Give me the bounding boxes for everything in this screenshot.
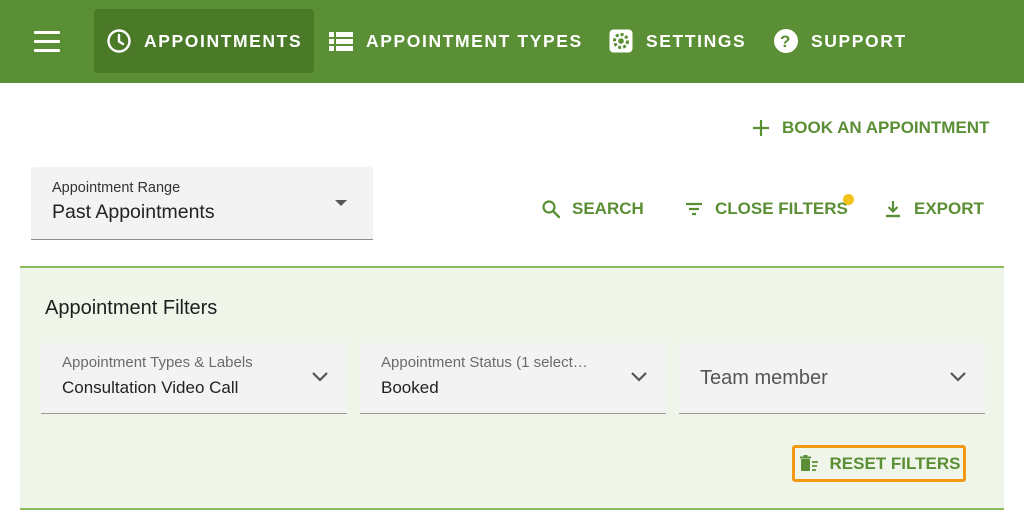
nav-settings[interactable]: SETTINGS	[596, 9, 758, 73]
close-filters-label: CLOSE FILTERS	[715, 199, 848, 218]
nav-support-label: SUPPORT	[811, 30, 907, 51]
appointment-range-value: Past Appointments	[52, 201, 215, 223]
svg-text:?: ?	[780, 32, 792, 51]
search-icon	[540, 198, 562, 220]
book-appointment-label: BOOK AN APPOINTMENT	[782, 118, 990, 137]
hamburger-menu-icon[interactable]	[34, 31, 60, 53]
team-member-placeholder: Team member	[700, 367, 828, 389]
gear-icon	[608, 28, 634, 54]
appointment-types-value: Consultation Video Call	[62, 378, 239, 397]
reset-filters-button[interactable]: RESET FILTERS	[792, 445, 966, 482]
book-appointment-button[interactable]: BOOK AN APPOINTMENT	[750, 117, 989, 139]
close-filters-button[interactable]: CLOSE FILTERS	[683, 198, 848, 220]
team-member-select[interactable]: Team member	[679, 343, 985, 414]
download-icon	[882, 198, 904, 220]
appointment-status-value: Booked	[381, 378, 439, 397]
nav-support[interactable]: ? SUPPORT	[761, 9, 919, 73]
help-circle-icon: ?	[773, 28, 799, 54]
chevron-down-icon	[631, 372, 647, 382]
filter-icon	[683, 198, 705, 220]
export-label: EXPORT	[914, 199, 984, 218]
filters-title: Appointment Filters	[45, 297, 218, 319]
clock-icon	[106, 28, 132, 54]
clear-filter-icon	[798, 453, 820, 475]
appointment-status-select[interactable]: Appointment Status (1 select… Booked	[360, 343, 666, 414]
appointment-types-select[interactable]: Appointment Types & Labels Consultation …	[41, 343, 347, 414]
appointment-types-label: Appointment Types & Labels	[62, 354, 253, 371]
active-filters-badge	[843, 194, 854, 205]
list-icon	[328, 28, 354, 54]
dropdown-caret-icon	[335, 200, 347, 206]
appointment-status-label: Appointment Status (1 select…	[381, 354, 588, 371]
search-label: SEARCH	[572, 199, 644, 218]
nav-settings-label: SETTINGS	[646, 30, 747, 51]
appointment-range-label: Appointment Range	[52, 180, 181, 196]
chevron-down-icon	[312, 372, 328, 382]
nav-appointments[interactable]: APPOINTMENTS	[94, 9, 314, 73]
search-button[interactable]: SEARCH	[540, 198, 644, 220]
reset-filters-label: RESET FILTERS	[829, 453, 961, 473]
plus-icon	[750, 117, 772, 139]
nav-appointments-label: APPOINTMENTS	[144, 30, 303, 51]
nav-appointment-types[interactable]: APPOINTMENT TYPES	[316, 9, 595, 73]
top-nav-bar: APPOINTMENTS APPOINTMENT TYPES SETTINGS …	[0, 0, 1024, 83]
nav-appointment-types-label: APPOINTMENT TYPES	[366, 30, 583, 51]
appointment-range-select[interactable]: Appointment Range Past Appointments	[31, 167, 373, 240]
export-button[interactable]: EXPORT	[882, 198, 984, 220]
chevron-down-icon	[950, 372, 966, 382]
